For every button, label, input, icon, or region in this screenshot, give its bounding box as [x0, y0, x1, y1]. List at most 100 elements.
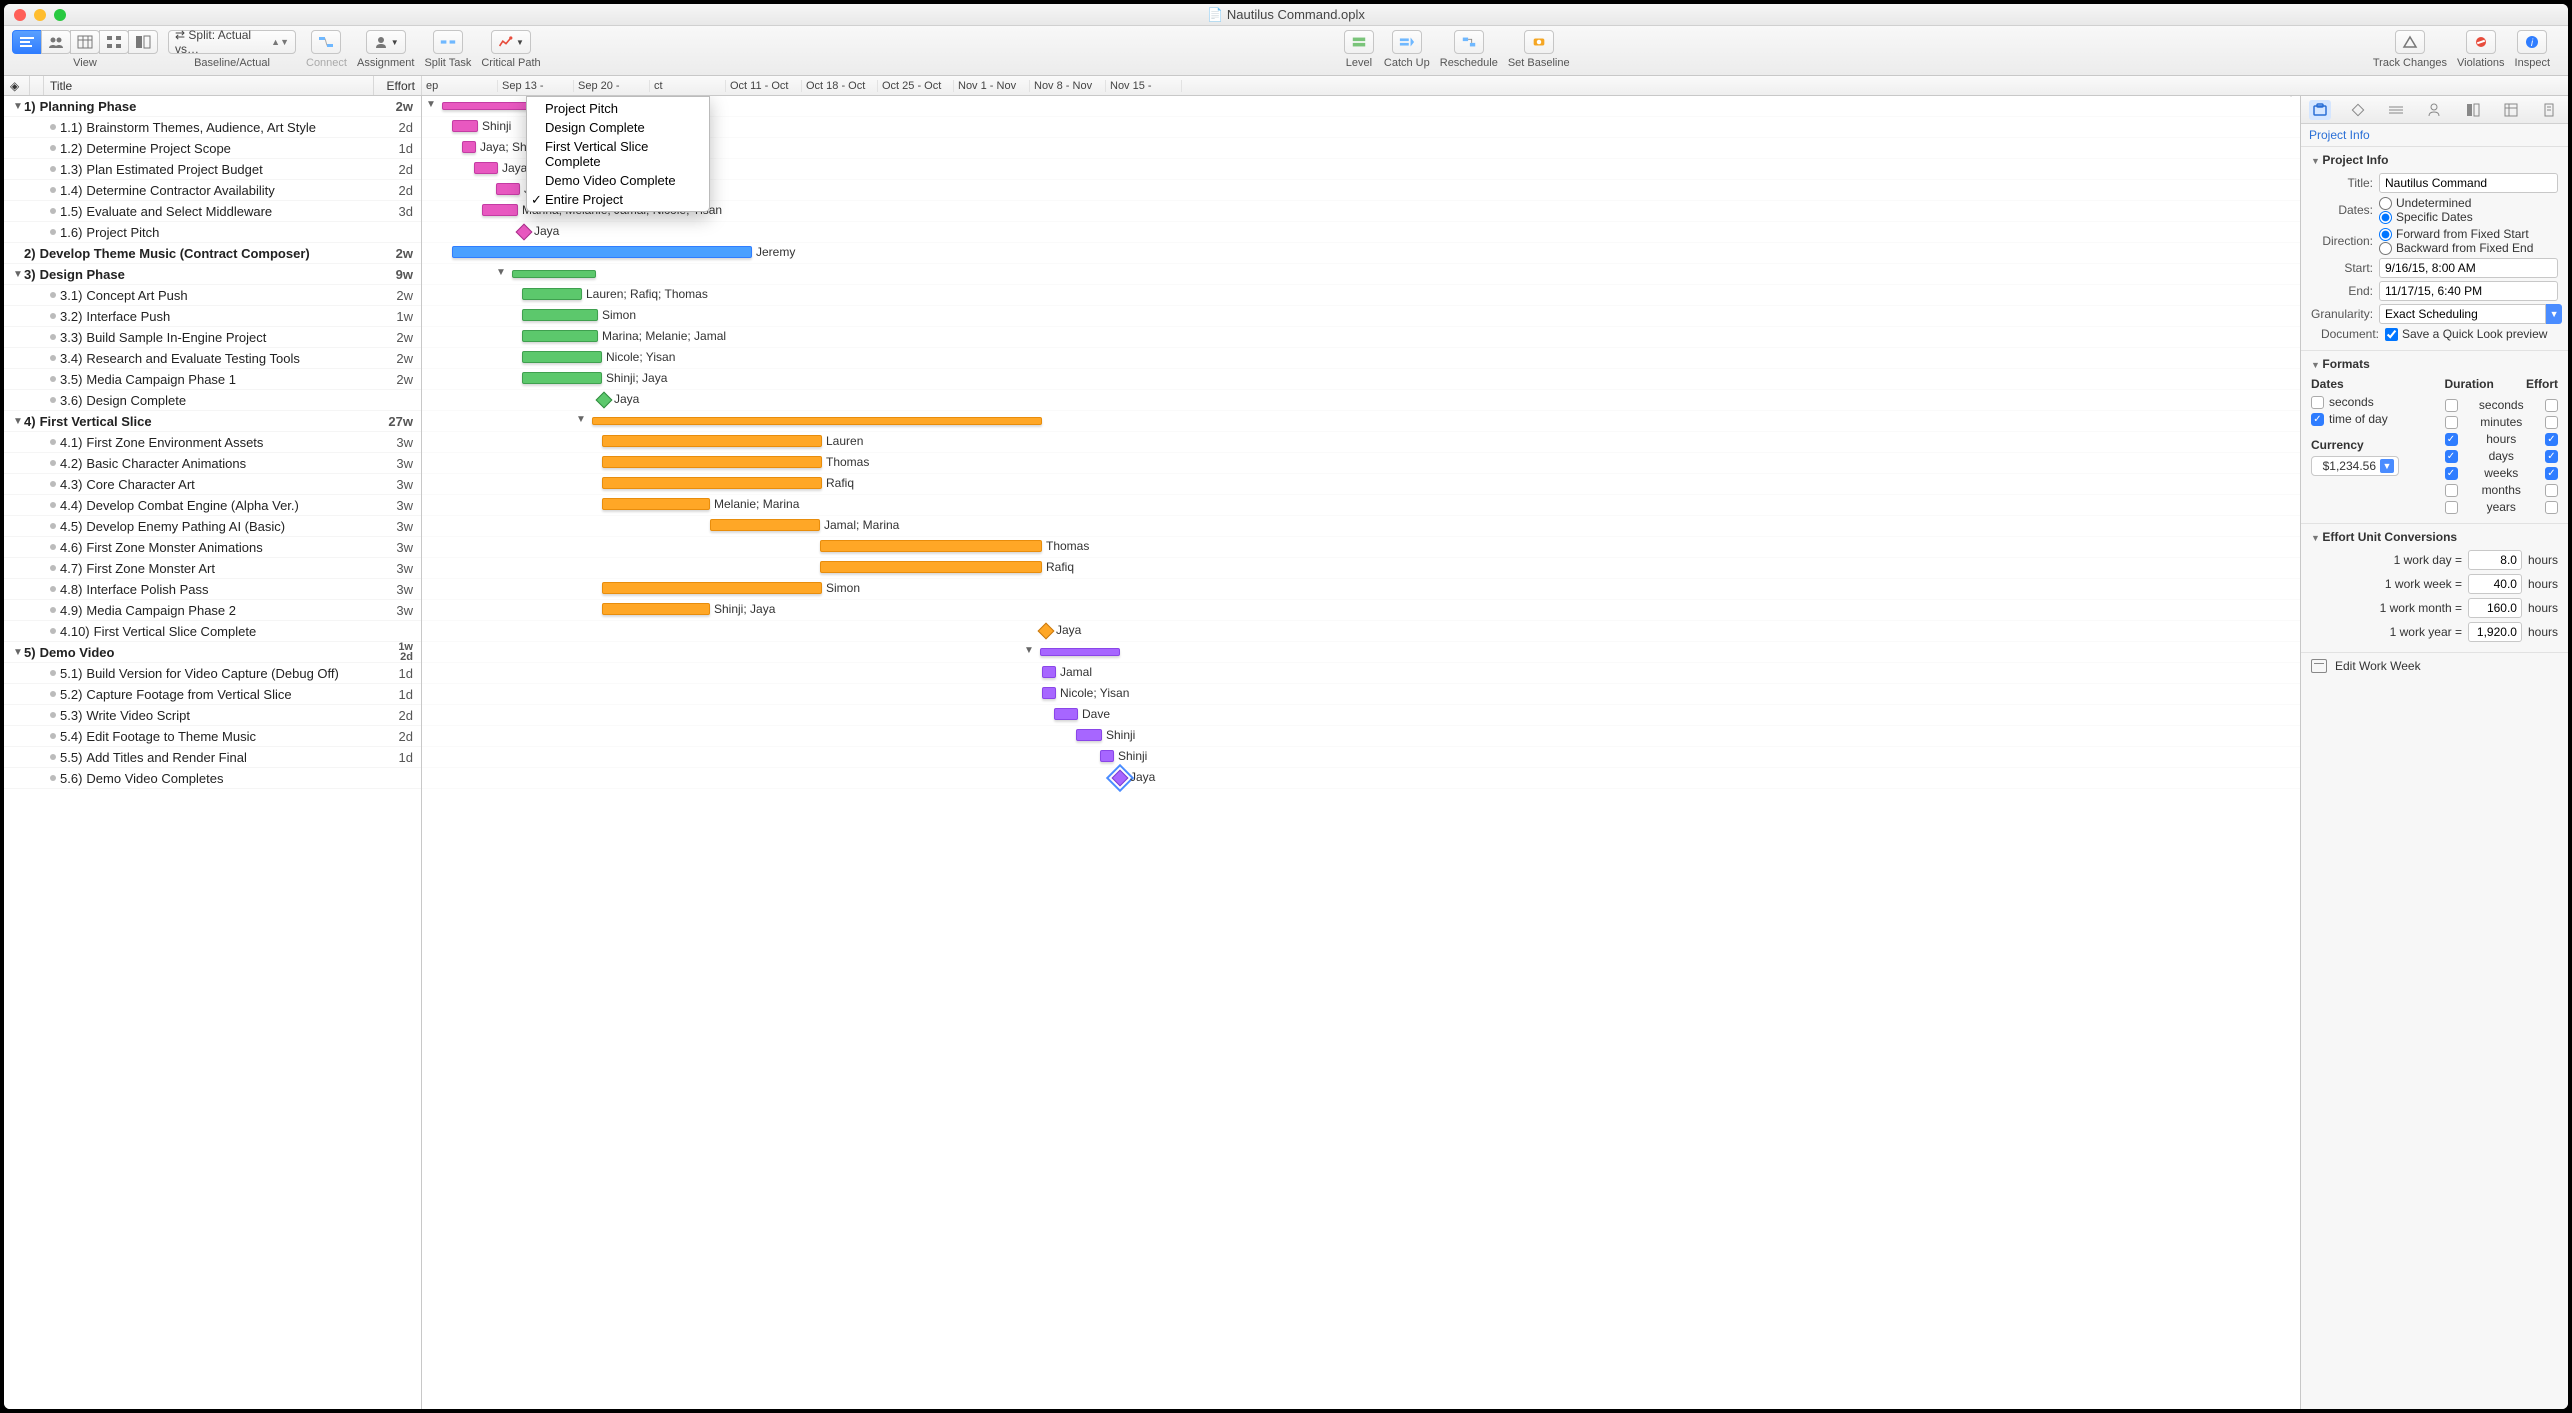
outline-row[interactable]: 4.2)Basic Character Animations3w — [4, 453, 421, 474]
minutes-dur-row[interactable]: minutes — [2445, 415, 2559, 429]
gantt-row[interactable]: Simon — [422, 306, 2300, 327]
gantt-chart[interactable]: 🔍 ▼ShinjiJaya; ShinjiJayaJayaMarina; Mel… — [422, 96, 2300, 1409]
outline-row[interactable]: 5.5)Add Titles and Render Final1d — [4, 747, 421, 768]
zoom-window-button[interactable] — [54, 9, 66, 21]
view-resources-button[interactable] — [41, 30, 71, 54]
outline-row[interactable]: 4.7)First Zone Monster Art3w — [4, 558, 421, 579]
conversion-input[interactable] — [2468, 574, 2522, 594]
gantt-bar[interactable] — [522, 330, 598, 342]
inspector-tab-scheduling[interactable] — [2385, 100, 2407, 120]
timeline-week[interactable]: Oct 18 - Oct — [802, 80, 878, 92]
outline-row[interactable]: 4.9)Media Campaign Phase 23w — [4, 600, 421, 621]
menu-item[interactable]: Entire Project — [527, 190, 709, 209]
timeline-week[interactable]: Nov 8 - Nov — [1030, 80, 1106, 92]
gantt-bar[interactable] — [442, 102, 532, 110]
gantt-row[interactable]: Shinji; Jaya — [422, 600, 2300, 621]
outline-row[interactable]: 5.3)Write Video Script2d — [4, 705, 421, 726]
timeline-header[interactable]: epSep 13 -Sep 20 -ctOct 11 - OctOct 18 -… — [422, 80, 2300, 92]
menu-item[interactable]: First Vertical Slice Complete — [527, 137, 709, 171]
timeline-week[interactable]: Sep 20 - — [574, 80, 650, 92]
inspector-tab-milestones[interactable] — [2347, 100, 2369, 120]
outline-row[interactable]: 1.4)Determine Contractor Availability2d — [4, 180, 421, 201]
gantt-row[interactable]: Jaya — [422, 621, 2300, 642]
view-styles-button[interactable] — [128, 30, 158, 54]
effort-column[interactable]: Effort — [374, 76, 422, 95]
project-title-input[interactable] — [2379, 173, 2558, 193]
gantt-bar[interactable] — [602, 456, 822, 468]
view-calendar-button[interactable] — [70, 30, 100, 54]
menu-item[interactable]: Demo Video Complete — [527, 171, 709, 190]
gantt-row[interactable]: Nicole; Yisan — [422, 348, 2300, 369]
outline-row[interactable]: 4.8)Interface Polish Pass3w — [4, 579, 421, 600]
outline-row[interactable]: 3.6)Design Complete — [4, 390, 421, 411]
days-dur-row[interactable]: ✓days✓ — [2445, 449, 2559, 463]
gantt-bar[interactable] — [820, 561, 1042, 573]
note-column[interactable] — [30, 76, 44, 95]
level-button[interactable] — [1344, 30, 1374, 54]
outline-row[interactable]: 5.4)Edit Footage to Theme Music2d — [4, 726, 421, 747]
outline-row[interactable]: 3.2)Interface Push1w — [4, 306, 421, 327]
outline-row[interactable]: 2)Develop Theme Music (Contract Composer… — [4, 243, 421, 264]
gantt-milestone[interactable] — [1112, 770, 1129, 787]
outline-row[interactable]: 3.3)Build Sample In-Engine Project2w — [4, 327, 421, 348]
gantt-bar[interactable] — [1040, 648, 1120, 656]
gantt-milestone[interactable] — [596, 392, 613, 409]
gantt-row[interactable]: Shinji — [422, 726, 2300, 747]
gantt-row[interactable]: Lauren; Rafiq; Thomas — [422, 285, 2300, 306]
seconds-date-checkbox[interactable]: seconds — [2311, 395, 2425, 409]
timeline-week[interactable]: Oct 11 - Oct — [726, 80, 802, 92]
direction-forward-radio[interactable]: Forward from Fixed Start — [2379, 227, 2558, 241]
quicklook-checkbox[interactable]: Save a Quick Look preview — [2385, 327, 2547, 341]
gantt-bar[interactable] — [496, 183, 520, 195]
gantt-bar[interactable] — [1100, 750, 1114, 762]
gantt-row[interactable]: Marina; Melanie; Jamal — [422, 327, 2300, 348]
outline-row[interactable]: 4.10)First Vertical Slice Complete — [4, 621, 421, 642]
critical-path-button[interactable]: ▼ — [491, 30, 531, 54]
flag-column[interactable]: ◈ — [4, 76, 30, 95]
weeks-dur-row[interactable]: ✓weeks✓ — [2445, 466, 2559, 480]
outline-row[interactable]: 5.1)Build Version for Video Capture (Deb… — [4, 663, 421, 684]
outline-row[interactable]: 4.5)Develop Enemy Pathing AI (Basic)3w — [4, 516, 421, 537]
gantt-bar[interactable] — [452, 246, 752, 258]
set-baseline-button[interactable] — [1524, 30, 1554, 54]
inspector-tab-styles[interactable] — [2462, 100, 2484, 120]
gantt-row[interactable]: Shinji — [422, 747, 2300, 768]
menu-item[interactable]: Project Pitch — [527, 99, 709, 118]
gantt-row[interactable]: Simon — [422, 579, 2300, 600]
outline-row[interactable]: ▼4)First Vertical Slice27w — [4, 411, 421, 432]
gantt-row[interactable]: ▼ — [422, 642, 2300, 663]
gantt-bar[interactable] — [602, 582, 822, 594]
task-outline[interactable]: ▼1)Planning Phase2w1.1)Brainstorm Themes… — [4, 96, 422, 1409]
timeline-week[interactable]: Sep 13 - — [498, 80, 574, 92]
timeline-week[interactable]: ct — [650, 80, 726, 92]
formats-header[interactable]: Formats — [2311, 357, 2558, 371]
years-dur-row[interactable]: years — [2445, 500, 2559, 514]
start-date-input[interactable] — [2379, 258, 2558, 278]
outline-row[interactable]: 5.2)Capture Footage from Vertical Slice1… — [4, 684, 421, 705]
outline-row[interactable]: ▼5)Demo Video1w2d — [4, 642, 421, 663]
outline-row[interactable]: 1.1)Brainstorm Themes, Audience, Art Sty… — [4, 117, 421, 138]
granularity-select[interactable] — [2379, 304, 2546, 324]
conversion-input[interactable] — [2468, 622, 2522, 642]
gantt-row[interactable]: Thomas — [422, 453, 2300, 474]
outline-row[interactable]: 1.6)Project Pitch — [4, 222, 421, 243]
reschedule-button[interactable] — [1454, 30, 1484, 54]
minimize-window-button[interactable] — [34, 9, 46, 21]
inspector-breadcrumb[interactable]: Project Info — [2301, 124, 2568, 147]
gantt-milestone[interactable] — [1038, 623, 1055, 640]
gantt-row[interactable]: Jaya — [422, 390, 2300, 411]
gantt-bar[interactable] — [522, 372, 602, 384]
violations-button[interactable] — [2466, 30, 2496, 54]
gantt-row[interactable]: Dave — [422, 705, 2300, 726]
critical-path-menu[interactable]: Project PitchDesign CompleteFirst Vertic… — [526, 96, 710, 212]
edit-work-week-button[interactable]: Edit Work Week — [2301, 653, 2568, 679]
gantt-row[interactable]: Nicole; Yisan — [422, 684, 2300, 705]
gantt-bar[interactable] — [522, 351, 602, 363]
outline-row[interactable]: 3.1)Concept Art Push2w — [4, 285, 421, 306]
outline-row[interactable]: ▼3)Design Phase9w — [4, 264, 421, 285]
menu-item[interactable]: Design Complete — [527, 118, 709, 137]
gantt-bar[interactable] — [522, 309, 598, 321]
gantt-row[interactable]: Jamal; Marina — [422, 516, 2300, 537]
gantt-row[interactable]: ▼ — [422, 264, 2300, 285]
outline-row[interactable]: 1.3)Plan Estimated Project Budget2d — [4, 159, 421, 180]
